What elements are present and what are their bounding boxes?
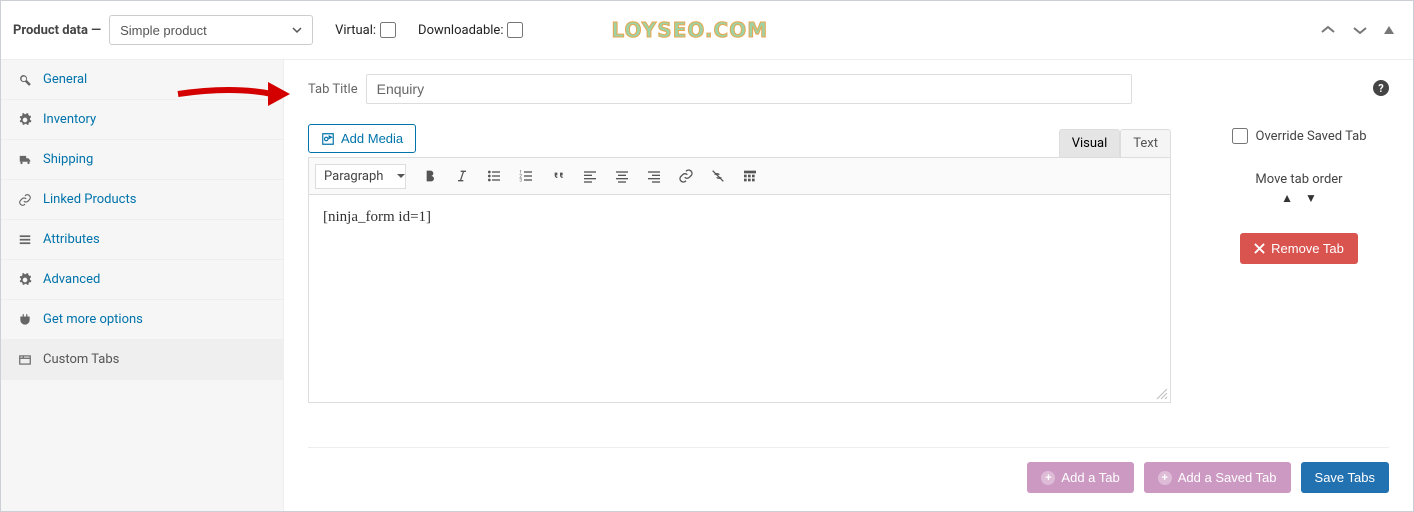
save-tabs-button[interactable]: Save Tabs [1301, 462, 1389, 493]
watermark-text: LOYSEO.COM [611, 18, 768, 42]
plus-circle-icon: + [1158, 471, 1172, 485]
help-icon[interactable]: ? [1373, 80, 1389, 96]
editor-mode-tabs: Visual Text [308, 129, 1171, 157]
add-saved-tab-label: Add a Saved Tab [1178, 470, 1277, 485]
panel-header: Product data — Simple product Virtual: D… [1, 1, 1413, 60]
add-media-button[interactable]: Add Media [308, 124, 416, 153]
downloadable-checkbox[interactable] [507, 22, 523, 38]
svg-text:3: 3 [520, 177, 523, 183]
product-type-select-wrap: Simple product [109, 15, 313, 45]
link-button[interactable] [672, 162, 700, 190]
plugin-icon [17, 313, 33, 327]
resize-grip-icon[interactable] [1154, 386, 1168, 400]
product-data-sidebar: General Inventory Shipping Linked Produc… [1, 60, 284, 511]
footer-buttons: + Add a Tab + Add a Saved Tab Save Tabs [308, 462, 1389, 493]
sidebar-item-label: Linked Products [43, 192, 267, 207]
align-left-button[interactable] [576, 162, 604, 190]
format-select[interactable]: Paragraph [315, 164, 406, 189]
tab-title-row: Tab Title [308, 74, 1389, 104]
move-down-button[interactable]: ▼ [1305, 191, 1317, 205]
unlink-button[interactable] [704, 162, 732, 190]
chevron-down-icon[interactable] [1351, 24, 1369, 36]
tab-title-label: Tab Title [308, 82, 358, 97]
wrench-icon [17, 73, 33, 87]
editor-toolbar: Paragraph 123 [308, 157, 1171, 195]
editor-content[interactable]: [ninja_form id=1] [308, 195, 1171, 403]
gear-icon [17, 273, 33, 287]
sidebar-item-getmore[interactable]: Get more options [1, 300, 283, 340]
link-icon [17, 193, 33, 207]
panel-body: General Inventory Shipping Linked Produc… [1, 60, 1413, 511]
add-media-label: Add Media [341, 131, 403, 146]
sidebar-item-shipping[interactable]: Shipping [1, 140, 283, 180]
panel-header-toggles [1319, 24, 1401, 36]
editor-tab-visual[interactable]: Visual [1059, 129, 1121, 157]
ul-button[interactable] [480, 162, 508, 190]
panel-title: Product data — [13, 23, 101, 38]
add-tab-label: Add a Tab [1061, 470, 1119, 485]
sidebar-item-label: General [43, 72, 267, 87]
truck-icon [17, 153, 33, 167]
align-right-button[interactable] [640, 162, 668, 190]
downloadable-label: Downloadable: [418, 23, 503, 38]
editor-column: Add Media Visual Text Paragraph [308, 124, 1171, 403]
triangle-up-icon[interactable] [1383, 24, 1395, 36]
italic-button[interactable] [448, 162, 476, 190]
media-icon [321, 132, 335, 146]
custom-tab-editor: ? Tab Title Add Media Visual Text [284, 60, 1413, 511]
editor-side-column: Override Saved Tab Move tab order ▲ ▼ Re… [1209, 124, 1389, 264]
remove-tab-button[interactable]: Remove Tab [1240, 233, 1358, 264]
virtual-checkbox[interactable] [380, 22, 396, 38]
add-saved-tab-button[interactable]: + Add a Saved Tab [1144, 462, 1291, 493]
sidebar-item-attributes[interactable]: Attributes [1, 220, 283, 260]
sidebar-item-customtabs[interactable]: Custom Tabs [1, 340, 283, 380]
editor-tab-text[interactable]: Text [1120, 129, 1171, 157]
override-checkbox[interactable] [1232, 128, 1248, 144]
sidebar-item-general[interactable]: General [1, 60, 283, 100]
virtual-option[interactable]: Virtual: [335, 22, 396, 38]
override-label: Override Saved Tab [1256, 129, 1367, 144]
editor-content-text: [ninja_form id=1] [323, 209, 431, 225]
bold-button[interactable] [416, 162, 444, 190]
downloadable-option[interactable]: Downloadable: [418, 22, 523, 38]
sidebar-item-inventory[interactable]: Inventory [1, 100, 283, 140]
toolbar-toggle-button[interactable] [736, 162, 764, 190]
list-icon [17, 233, 33, 247]
close-icon [1254, 243, 1265, 254]
tabs-icon [17, 353, 33, 367]
save-tabs-label: Save Tabs [1315, 470, 1375, 485]
sidebar-item-label: Advanced [43, 272, 267, 287]
separator [308, 447, 1389, 448]
plus-circle-icon: + [1041, 471, 1055, 485]
sidebar-item-label: Custom Tabs [43, 352, 267, 367]
product-data-panel: Product data — Simple product Virtual: D… [0, 0, 1414, 512]
gear-icon [17, 113, 33, 127]
align-center-button[interactable] [608, 162, 636, 190]
override-saved-tab[interactable]: Override Saved Tab [1232, 128, 1367, 144]
move-up-button[interactable]: ▲ [1281, 191, 1293, 205]
sidebar-item-label: Attributes [43, 232, 267, 247]
sidebar-item-advanced[interactable]: Advanced [1, 260, 283, 300]
sidebar-item-label: Get more options [43, 312, 267, 327]
ol-button[interactable]: 123 [512, 162, 540, 190]
add-tab-button[interactable]: + Add a Tab [1027, 462, 1133, 493]
product-type-select[interactable]: Simple product [109, 15, 313, 45]
sidebar-item-label: Shipping [43, 152, 267, 167]
remove-tab-label: Remove Tab [1271, 241, 1344, 256]
sidebar-item-label: Inventory [43, 112, 267, 127]
quote-button[interactable] [544, 162, 572, 190]
virtual-label: Virtual: [335, 23, 376, 38]
move-tab-label: Move tab order [1255, 172, 1342, 187]
editor-row: Add Media Visual Text Paragraph [308, 124, 1389, 403]
sidebar-item-linked[interactable]: Linked Products [1, 180, 283, 220]
tab-title-input[interactable] [366, 74, 1132, 104]
chevron-up-icon[interactable] [1319, 24, 1337, 36]
